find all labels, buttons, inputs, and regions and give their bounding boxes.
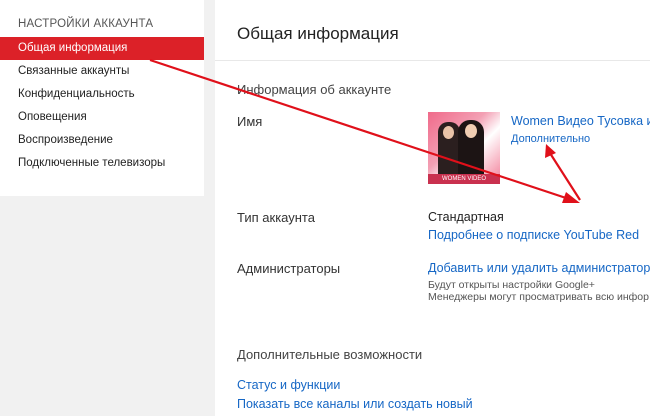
admins-label: Администраторы (237, 261, 341, 276)
account-info-heading: Информация об аккаунте (237, 82, 392, 97)
more-link[interactable]: Дополнительно (511, 133, 590, 145)
sidebar-item-notifications[interactable]: Оповещения (0, 106, 204, 129)
sidebar-title: НАСТРОЙКИ АККАУНТА (18, 18, 154, 30)
admins-note-google: Будут открыты настройки Google+ (428, 279, 595, 291)
sidebar-item-linked-accounts[interactable]: Связанные аккаунты (0, 60, 204, 83)
youtube-red-link[interactable]: Подробнее о подписке YouTube Red (428, 228, 639, 242)
name-label: Имя (237, 114, 263, 129)
title-divider (215, 60, 650, 61)
page-title: Общая информация (237, 24, 399, 43)
sidebar-item-connected-tvs[interactable]: Подключенные телевизоры (0, 152, 204, 175)
all-channels-link[interactable]: Показать все каналы или создать новый (237, 397, 473, 411)
extra-features-heading: Дополнительные возможности (237, 347, 423, 362)
account-type-label: Тип аккаунта (237, 210, 315, 225)
sidebar-menu: Общая информация Связанные аккаунты Конф… (0, 37, 204, 175)
channel-avatar[interactable]: WOMEN VIDEO TUSOVKA (428, 112, 500, 184)
settings-sidebar: НАСТРОЙКИ АККАУНТА Общая информация Связ… (0, 0, 204, 196)
sidebar-item-privacy[interactable]: Конфиденциальность (0, 83, 204, 106)
channel-name-link[interactable]: Women Видео Тусовка и (511, 114, 650, 128)
avatar-face-right (465, 124, 477, 138)
sidebar-item-general-info[interactable]: Общая информация (0, 37, 204, 60)
avatar-face-left (443, 126, 454, 139)
main-panel: Общая информация Информация об аккаунте … (215, 0, 650, 416)
manage-admins-link[interactable]: Добавить или удалить администратор (428, 261, 650, 275)
admins-note-managers: Менеджеры могут просматривать всю инфор (428, 291, 649, 303)
avatar-caption-strip: WOMEN VIDEO TUSOVKA (428, 174, 500, 184)
account-type-value: Стандартная (428, 210, 504, 224)
sidebar-item-playback[interactable]: Воспроизведение (0, 129, 204, 152)
status-features-link[interactable]: Статус и функции (237, 378, 340, 392)
avatar-caption: WOMEN VIDEO TUSOVKA (441, 176, 486, 182)
